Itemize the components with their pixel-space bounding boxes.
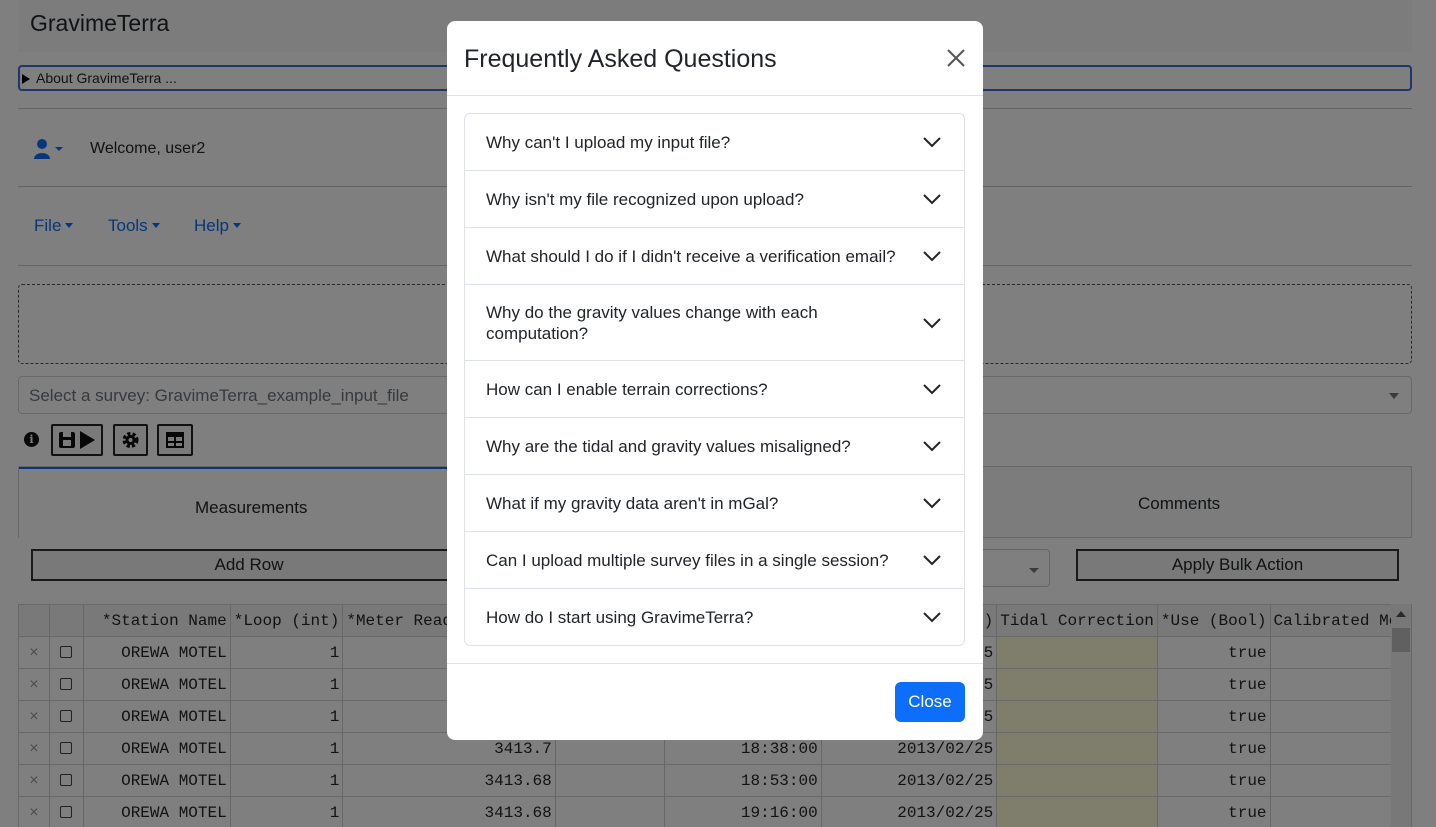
chevron-down-icon — [923, 251, 941, 262]
close-button[interactable]: Close — [895, 682, 965, 722]
faq-item[interactable]: Can I upload multiple survey files in a … — [465, 532, 964, 589]
close-icon[interactable] — [945, 47, 967, 69]
faq-item[interactable]: How can I enable terrain corrections? — [465, 361, 964, 418]
modal-title: Frequently Asked Questions — [464, 45, 777, 73]
faq-question: Can I upload multiple survey files in a … — [486, 551, 889, 570]
chevron-down-icon — [923, 612, 941, 623]
modal-footer: Close — [447, 663, 983, 740]
faq-item[interactable]: Why do the gravity values change with ea… — [465, 285, 964, 361]
faq-item[interactable]: Why can't I upload my input file? — [465, 114, 964, 171]
faq-question: What should I do if I didn't receive a v… — [486, 247, 896, 266]
faq-item[interactable]: Why are the tidal and gravity values mis… — [465, 418, 964, 475]
faq-question: Why do the gravity values change with ea… — [486, 303, 818, 343]
faq-item[interactable]: What if my gravity data aren't in mGal? — [465, 475, 964, 532]
modal-header: Frequently Asked Questions — [447, 21, 983, 96]
chevron-down-icon — [923, 555, 941, 566]
faq-question: How do I start using GravimeTerra? — [486, 608, 754, 627]
chevron-down-icon — [923, 498, 941, 509]
faq-item[interactable]: Why isn't my file recognized upon upload… — [465, 171, 964, 228]
chevron-down-icon — [923, 384, 941, 395]
faq-accordion: Why can't I upload my input file? Why is… — [464, 113, 965, 646]
chevron-down-icon — [923, 318, 941, 329]
chevron-down-icon — [923, 441, 941, 452]
faq-question: How can I enable terrain corrections? — [486, 380, 768, 399]
faq-question: What if my gravity data aren't in mGal? — [486, 494, 779, 513]
faq-item[interactable]: What should I do if I didn't receive a v… — [465, 228, 964, 285]
faq-question: Why can't I upload my input file? — [486, 133, 731, 152]
faq-item[interactable]: How do I start using GravimeTerra? — [465, 589, 964, 645]
chevron-down-icon — [923, 194, 941, 205]
faq-question: Why are the tidal and gravity values mis… — [486, 437, 851, 456]
chevron-down-icon — [923, 137, 941, 148]
faq-modal: Frequently Asked Questions Why can't I u… — [447, 21, 983, 740]
faq-question: Why isn't my file recognized upon upload… — [486, 190, 804, 209]
